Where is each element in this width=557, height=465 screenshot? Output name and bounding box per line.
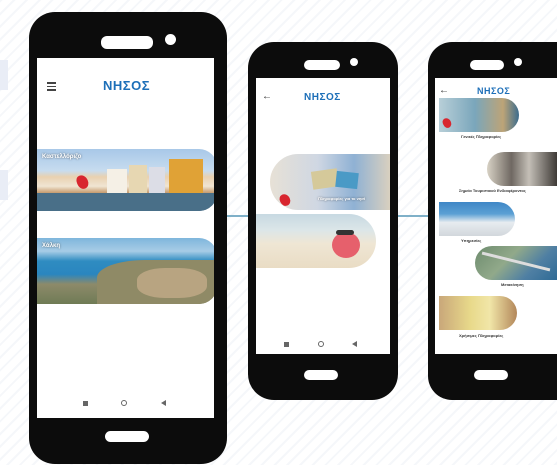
back-arrow-icon[interactable]: ← bbox=[439, 86, 449, 96]
info-card-beach[interactable] bbox=[256, 214, 376, 268]
camera bbox=[514, 58, 522, 66]
category-card-sights[interactable] bbox=[487, 152, 557, 186]
category-card-services[interactable] bbox=[439, 202, 515, 236]
phone-1: ΝΗΣΟΣ Καστελλόριζο Χάλκη bbox=[29, 12, 227, 464]
island-card-kastellorizo[interactable]: Καστελλόριζο bbox=[37, 149, 214, 211]
android-nav-bar bbox=[256, 341, 390, 350]
category-card-transport[interactable] bbox=[475, 246, 557, 280]
speaker bbox=[470, 60, 504, 70]
speaker bbox=[101, 36, 153, 49]
camera bbox=[165, 34, 176, 45]
recents-icon[interactable] bbox=[284, 342, 289, 347]
phone-3: ← ΝΗΣΟΣ Γενικές Πληροφορίες Σημεία Τουρι… bbox=[428, 42, 557, 400]
pointing-hand-icon bbox=[441, 116, 453, 130]
phone-2: ← ΝΗΣΟΣ Πληροφορίες για το νησί bbox=[248, 42, 398, 400]
home-button[interactable] bbox=[105, 431, 149, 442]
app-logo: ΝΗΣΟΣ bbox=[477, 86, 510, 96]
category-card-general[interactable] bbox=[439, 98, 519, 132]
category-label: Υπηρεσίες bbox=[461, 238, 482, 243]
logo-text: ΝΗΣΟΣ bbox=[103, 78, 150, 93]
island-card-label: Χάλκη bbox=[42, 243, 61, 249]
back-icon[interactable] bbox=[352, 341, 357, 347]
back-icon[interactable] bbox=[161, 400, 166, 406]
logo-text: ΝΗΣΟΣ bbox=[304, 92, 341, 103]
category-label: Μετακίνηση bbox=[501, 282, 524, 287]
menu-icon[interactable] bbox=[47, 82, 56, 93]
category-label: Χρήσιμες Πληροφορίες bbox=[459, 333, 504, 338]
home-button[interactable] bbox=[304, 370, 338, 380]
app-bar: ΝΗΣΟΣ bbox=[37, 58, 214, 96]
logo-text: ΝΗΣΟΣ bbox=[477, 86, 511, 96]
phone-1-screen: ΝΗΣΟΣ Καστελλόριζο Χάλκη bbox=[37, 58, 214, 418]
info-card-label: Πληροφορίες για το νησί bbox=[318, 196, 366, 201]
category-card-useful[interactable] bbox=[439, 296, 517, 330]
home-icon[interactable] bbox=[318, 341, 324, 347]
island-card-label: Καστελλόριζο bbox=[42, 154, 82, 160]
info-card-travel[interactable]: Πληροφορίες για το νησί bbox=[270, 154, 390, 210]
home-icon[interactable] bbox=[121, 400, 127, 406]
speaker bbox=[304, 60, 340, 70]
android-nav-bar bbox=[37, 400, 214, 411]
home-button[interactable] bbox=[474, 370, 508, 380]
app-logo: ΝΗΣΟΣ bbox=[304, 92, 341, 103]
side-mark-middle bbox=[0, 170, 8, 200]
phone-2-screen: ← ΝΗΣΟΣ Πληροφορίες για το νησί bbox=[256, 78, 390, 354]
app-logo: ΝΗΣΟΣ bbox=[103, 78, 150, 93]
phone-3-screen: ← ΝΗΣΟΣ Γενικές Πληροφορίες Σημεία Τουρι… bbox=[435, 78, 557, 354]
recents-icon[interactable] bbox=[83, 401, 88, 406]
category-label: Γενικές Πληροφορίες bbox=[461, 134, 502, 139]
category-label: Σημεία Τουριστικού Ενδιαφέροντος bbox=[459, 188, 526, 193]
island-card-chalki[interactable]: Χάλκη bbox=[37, 238, 214, 304]
camera bbox=[350, 58, 358, 66]
side-mark-top bbox=[0, 60, 8, 90]
pointing-hand-icon bbox=[277, 192, 293, 208]
pointing-hand-icon bbox=[74, 173, 91, 191]
back-arrow-icon[interactable]: ← bbox=[262, 92, 272, 102]
